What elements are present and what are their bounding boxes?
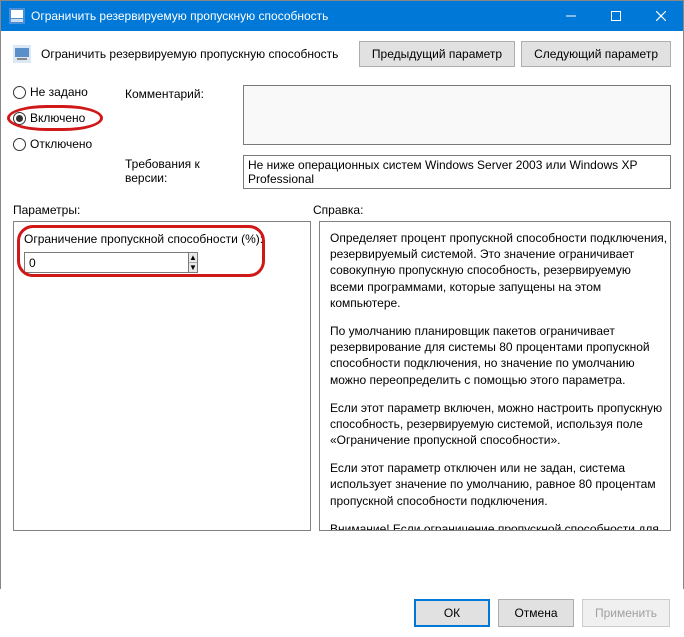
comment-textarea[interactable] xyxy=(243,85,671,145)
titlebar: Ограничить резервируемую пропускную спос… xyxy=(1,1,683,31)
ok-button[interactable]: ОК xyxy=(414,599,490,627)
help-section-label: Справка: xyxy=(313,203,363,217)
parameters-panel: Ограничение пропускной способности (%): … xyxy=(13,221,311,531)
radio-icon xyxy=(13,112,26,125)
spinner-up-icon[interactable]: ▲ xyxy=(189,253,197,263)
radio-label: Не задано xyxy=(30,85,88,99)
radio-icon xyxy=(13,138,26,151)
radio-label: Отключено xyxy=(30,137,92,151)
radio-icon xyxy=(13,86,26,99)
bandwidth-limit-label: Ограничение пропускной способности (%): xyxy=(24,232,300,246)
close-button[interactable] xyxy=(638,1,683,31)
dialog-footer: ОК Отмена Применить xyxy=(0,589,684,637)
policy-title: Ограничить резервируемую пропускную спос… xyxy=(41,47,349,61)
requirements-text: Не ниже операционных систем Windows Serv… xyxy=(243,155,671,189)
app-icon xyxy=(9,8,25,24)
cancel-button[interactable]: Отмена xyxy=(498,599,574,627)
policy-icon xyxy=(13,45,31,63)
previous-setting-button[interactable]: Предыдущий параметр xyxy=(359,41,515,67)
apply-button[interactable]: Применить xyxy=(582,599,670,627)
spinner-down-icon[interactable]: ▼ xyxy=(189,263,197,272)
radio-not-configured[interactable]: Не задано xyxy=(13,85,125,99)
minimize-button[interactable] xyxy=(548,1,593,31)
maximize-button[interactable] xyxy=(593,1,638,31)
next-setting-button[interactable]: Следующий параметр xyxy=(521,41,671,67)
requirements-label: Требования к версии: xyxy=(125,155,235,185)
radio-label: Включено xyxy=(30,111,85,125)
bandwidth-limit-spinner[interactable]: ▲ ▼ xyxy=(24,252,139,273)
comment-label: Комментарий: xyxy=(125,85,235,101)
parameters-section-label: Параметры: xyxy=(13,203,313,217)
help-panel: Определяет процент пропускной способност… xyxy=(319,221,671,531)
window-title: Ограничить резервируемую пропускную спос… xyxy=(31,9,548,23)
radio-disabled[interactable]: Отключено xyxy=(13,137,125,151)
radio-enabled[interactable]: Включено xyxy=(13,111,125,125)
help-text: Определяет процент пропускной способност… xyxy=(330,230,668,531)
bandwidth-limit-input[interactable] xyxy=(24,252,188,273)
